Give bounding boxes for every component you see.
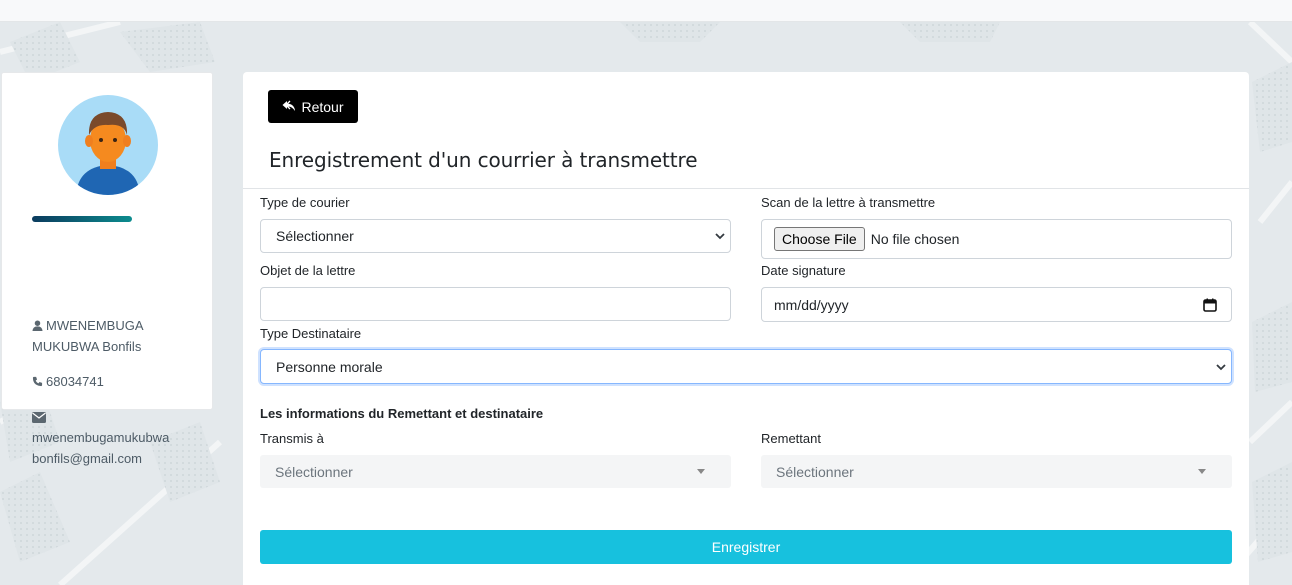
chevron-down-icon xyxy=(715,233,725,240)
reply-all-icon xyxy=(282,100,296,111)
remettant-select[interactable]: Sélectionner xyxy=(761,455,1232,488)
phone-icon xyxy=(32,376,43,387)
transmis-label: Transmis à xyxy=(260,431,324,446)
type-destinataire-label: Type Destinataire xyxy=(260,326,362,341)
user-name-row: MWENEMBUGA MUKUBWA Bonfils xyxy=(32,315,202,357)
user-icon xyxy=(32,320,43,331)
type-courrier-value: Sélectionner xyxy=(276,228,354,244)
date-label: Date signature xyxy=(761,263,846,278)
objet-label: Objet de la lettre xyxy=(260,263,356,278)
page-title: Enregistrement d'un courrier à transmett… xyxy=(269,148,698,172)
scan-file-input[interactable]: Choose File No file chosen xyxy=(761,219,1232,259)
profile-divider xyxy=(32,216,132,222)
user-phone: 68034741 xyxy=(46,374,104,389)
form-card: Retour Enregistrement d'un courrier à tr… xyxy=(243,72,1249,585)
user-avatar xyxy=(58,95,158,195)
top-bar xyxy=(0,0,1292,22)
user-name: MWENEMBUGA MUKUBWA Bonfils xyxy=(32,318,143,354)
user-email-row: mwenembugamukubwa bonfils@gmail.com xyxy=(32,407,202,469)
type-destinataire-select[interactable]: Personne morale xyxy=(260,349,1232,384)
save-button[interactable]: Enregistrer xyxy=(260,530,1232,564)
caret-down-icon xyxy=(1198,469,1206,474)
back-button[interactable]: Retour xyxy=(268,90,358,123)
chevron-down-icon xyxy=(1216,363,1226,370)
user-email: mwenembugamukubwa bonfils@gmail.com xyxy=(32,430,170,466)
file-status: No file chosen xyxy=(870,231,960,247)
transmis-value: Sélectionner xyxy=(275,463,353,480)
profile-card: MWENEMBUGA MUKUBWA Bonfils 68034741 mwen… xyxy=(1,72,213,466)
caret-down-icon xyxy=(697,469,705,474)
calendar-icon[interactable] xyxy=(1203,298,1217,312)
type-courrier-select[interactable]: Sélectionner xyxy=(260,219,731,253)
remettant-value: Sélectionner xyxy=(776,463,854,480)
type-destinataire-value: Personne morale xyxy=(276,358,383,375)
section-title: Les informations du Remettant et destina… xyxy=(260,406,544,421)
user-phone-row: 68034741 xyxy=(32,371,104,392)
choose-file-button[interactable]: Choose File xyxy=(774,227,865,251)
date-placeholder: mm/dd/yyyy xyxy=(774,296,849,313)
objet-input[interactable] xyxy=(260,287,731,321)
date-signature-input[interactable]: mm/dd/yyyy xyxy=(761,287,1232,322)
header-divider xyxy=(243,188,1249,189)
back-button-label: Retour xyxy=(301,98,344,115)
scan-label: Scan de la lettre à transmettre xyxy=(761,195,936,210)
type-courrier-label: Type de courier xyxy=(260,195,350,210)
envelope-icon xyxy=(32,412,46,423)
transmis-select[interactable]: Sélectionner xyxy=(260,455,731,488)
remettant-label: Remettant xyxy=(761,431,821,446)
